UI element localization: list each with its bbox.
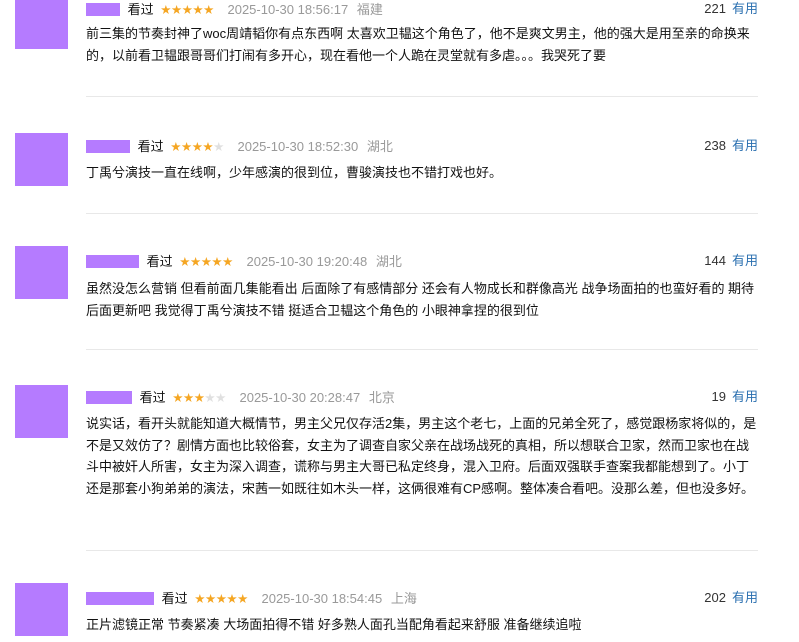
star-filled-icon: ★: [170, 139, 181, 154]
comment-location: 上海: [390, 590, 417, 606]
star-filled-icon: ★: [172, 390, 183, 405]
avatar[interactable]: [15, 385, 68, 438]
star-filled-icon: ★: [193, 390, 205, 405]
comment-time: 2025-10-30 18:52:30: [237, 138, 359, 154]
star-filled-icon: ★: [191, 139, 203, 154]
star-filled-icon: ★: [194, 591, 205, 606]
star-filled-icon: ★: [203, 2, 214, 17]
vote-count: 238: [704, 138, 726, 153]
watch-status: 看过: [146, 253, 173, 269]
star-filled-icon: ★: [204, 591, 216, 606]
star-filled-icon: ★: [211, 254, 223, 269]
comment-time: 2025-10-30 18:54:45: [261, 590, 383, 606]
comment-meta: 看过 ★★★★★ 2025-10-30 18:52:30 湖北: [86, 137, 393, 155]
useful-button[interactable]: 有用: [732, 389, 758, 404]
username[interactable]: [86, 391, 132, 405]
username[interactable]: [86, 3, 120, 17]
star-filled-icon: ★: [200, 254, 212, 269]
star-empty-icon: ★: [213, 139, 224, 154]
rating-stars: ★★★★★: [194, 590, 248, 608]
star-filled-icon: ★: [215, 591, 227, 606]
star-filled-icon: ★: [180, 139, 192, 154]
star-filled-icon: ★: [222, 254, 233, 269]
star-filled-icon: ★: [189, 254, 201, 269]
star-filled-icon: ★: [182, 390, 194, 405]
comment-text: 前三集的节奏封神了woc周靖韬你有点东西啊 太喜欢卫韫这个角色了，他不是爽文男主…: [86, 26, 750, 63]
star-filled-icon: ★: [179, 254, 190, 269]
useful-button[interactable]: 有用: [732, 253, 758, 268]
comment-location: 湖北: [375, 253, 402, 269]
divider: [86, 349, 758, 350]
comment-location: 湖北: [366, 138, 393, 154]
watch-status: 看过: [161, 590, 188, 606]
star-filled-icon: ★: [160, 2, 171, 17]
avatar[interactable]: [15, 133, 68, 186]
rating-stars: ★★★★★: [170, 138, 224, 156]
rating-stars: ★★★★★: [160, 1, 214, 19]
comment-location: 北京: [368, 389, 395, 405]
comment-meta: 看过 ★★★★★ 2025-10-30 18:54:45 上海: [86, 589, 417, 607]
avatar[interactable]: [15, 246, 68, 299]
watch-status: 看过: [139, 389, 166, 405]
divider: [86, 96, 758, 97]
comment-location: 福建: [356, 1, 383, 17]
star-filled-icon: ★: [170, 2, 182, 17]
vote-area: 221 有用: [704, 0, 758, 18]
vote-count: 202: [704, 590, 726, 605]
rating-stars: ★★★★★: [179, 253, 233, 271]
comment-time: 2025-10-30 18:56:17: [227, 1, 349, 17]
username[interactable]: [86, 255, 139, 269]
divider: [86, 213, 758, 214]
vote-area: 238 有用: [704, 137, 758, 155]
divider: [86, 550, 758, 551]
comment-text: 说实话，看开头就能知道大概情节，男主父兄仅存活2集，男主这个老七，上面的兄弟全死…: [86, 416, 757, 496]
vote-count: 221: [704, 1, 726, 16]
star-empty-icon: ★: [204, 390, 216, 405]
comment-text: 丁禹兮演技一直在线啊，少年感演的很到位，曹骏演技也不错打戏也好。: [86, 165, 503, 180]
comment-text: 虽然没怎么营销 但看前面几集能看出 后面除了有感情部分 还会有人物成长和群像高光…: [86, 281, 755, 318]
watch-status: 看过: [127, 1, 154, 17]
vote-count: 19: [711, 389, 726, 404]
comment-meta: 看过 ★★★★★ 2025-10-30 20:28:47 北京: [86, 388, 395, 406]
star-filled-icon: ★: [192, 2, 204, 17]
username[interactable]: [86, 140, 130, 154]
rating-stars: ★★★★★: [172, 389, 226, 407]
comment-text: 正片滤镜正常 节奏紧凑 大场面拍得不错 好多熟人面孔当配角看起来舒服 准备继续追…: [86, 617, 582, 632]
comment-meta: 看过 ★★★★★ 2025-10-30 19:20:48 湖北: [86, 252, 402, 270]
star-filled-icon: ★: [237, 591, 248, 606]
star-filled-icon: ★: [202, 139, 214, 154]
comment-time: 2025-10-30 19:20:48: [246, 253, 368, 269]
avatar[interactable]: [15, 0, 68, 49]
useful-button[interactable]: 有用: [732, 138, 758, 153]
avatar[interactable]: [15, 583, 68, 636]
useful-button[interactable]: 有用: [732, 1, 758, 16]
star-filled-icon: ★: [226, 591, 238, 606]
star-filled-icon: ★: [181, 2, 193, 17]
vote-area: 19 有用: [712, 388, 758, 406]
useful-button[interactable]: 有用: [732, 590, 758, 605]
star-empty-icon: ★: [215, 390, 226, 405]
username[interactable]: [86, 592, 154, 606]
comment-time: 2025-10-30 20:28:47: [239, 389, 361, 405]
vote-area: 144 有用: [704, 252, 758, 270]
comment-meta: 看过 ★★★★★ 2025-10-30 18:56:17 福建: [86, 0, 383, 18]
vote-count: 144: [704, 253, 726, 268]
watch-status: 看过: [137, 138, 164, 154]
vote-area: 202 有用: [704, 589, 758, 607]
